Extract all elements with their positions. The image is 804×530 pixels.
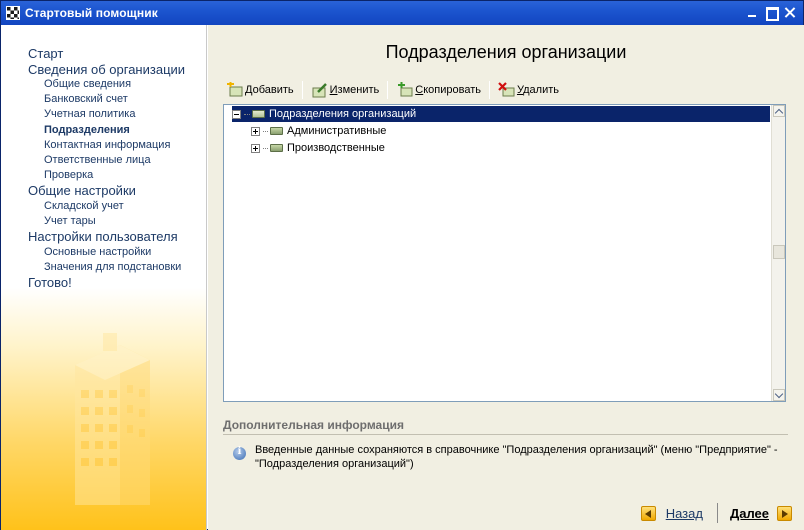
copy-button[interactable]: Скопировать	[394, 80, 483, 100]
nav-item-general-settings[interactable]: Общие настройки	[28, 183, 185, 199]
copy-icon	[398, 82, 413, 97]
delete-icon	[498, 82, 515, 97]
tree-toolbar: Добавить Изменить Скопировать Удалить	[224, 80, 561, 100]
building-illustration	[75, 333, 150, 505]
main-panel: Подразделения организации Добавить Измен…	[208, 25, 804, 530]
folder-icon	[270, 144, 283, 152]
scroll-thumb[interactable]	[773, 245, 785, 259]
tree-connector	[263, 130, 268, 132]
add-button-label: Добавить	[245, 84, 294, 96]
next-button[interactable]: Далее	[729, 505, 792, 521]
scroll-up-icon[interactable]	[773, 105, 785, 117]
nav-item-accounting-policy[interactable]: Учетная политика	[28, 107, 185, 122]
toolbar-separator	[488, 81, 490, 99]
nav-item-org-info[interactable]: Сведения об организации	[28, 62, 185, 78]
departments-tree[interactable]: Подразделения организаций Административн…	[223, 104, 786, 402]
next-button-label: Далее	[729, 505, 769, 521]
nav-item-default-values[interactable]: Значения для подстановки	[28, 260, 185, 275]
add-button[interactable]: Добавить	[224, 80, 296, 100]
title-bar[interactable]: Стартовый помощник	[1, 1, 803, 25]
wizard-window: Стартовый помощник Старт Сведения об орг…	[0, 0, 804, 530]
folder-icon	[252, 110, 265, 118]
nav-item-departments[interactable]: Подразделения	[28, 123, 185, 138]
app-icon	[6, 6, 20, 20]
tree-connector	[244, 113, 250, 115]
info-icon	[233, 446, 246, 460]
wizard-nav-buttons: Назад Далее	[640, 503, 792, 523]
collapse-icon[interactable]	[232, 109, 241, 119]
minimize-button[interactable]	[744, 4, 761, 21]
expand-icon[interactable]	[251, 126, 260, 136]
toolbar-separator	[387, 81, 389, 99]
tree-root-row[interactable]: Подразделения организаций	[232, 106, 770, 122]
window-title: Стартовый помощник	[25, 6, 158, 20]
nav-item-done[interactable]: Готово!	[28, 275, 185, 291]
nav-item-user-settings[interactable]: Настройки пользователя	[28, 229, 185, 245]
wizard-steps-nav: Старт Сведения об организации Общие свед…	[28, 46, 185, 291]
close-button[interactable]	[782, 4, 799, 21]
tree-root-label: Подразделения организаций	[269, 108, 417, 120]
back-button[interactable]: Назад	[640, 505, 703, 521]
tree-item-label: Производственные	[287, 142, 385, 154]
nav-item-packaging[interactable]: Учет тары	[28, 214, 185, 229]
nav-separator	[716, 503, 718, 523]
tree-item-label: Административные	[287, 125, 387, 137]
nav-item-start[interactable]: Старт	[28, 46, 185, 62]
info-section-header: Дополнительная информация	[223, 418, 788, 435]
add-icon	[227, 82, 243, 97]
nav-item-responsible[interactable]: Ответственные лица	[28, 153, 185, 168]
scroll-down-icon[interactable]	[773, 389, 785, 401]
nav-item-check[interactable]: Проверка	[28, 168, 185, 183]
arrow-left-icon	[640, 505, 656, 521]
back-button-label: Назад	[665, 505, 703, 521]
maximize-button[interactable]	[763, 4, 780, 21]
arrow-right-icon	[777, 505, 792, 521]
nav-item-bank-account[interactable]: Банковский счет	[28, 92, 185, 107]
page-title: Подразделения организации	[385, 42, 627, 62]
sidebar: Старт Сведения об организации Общие свед…	[1, 25, 207, 530]
tree-scrollbar[interactable]	[771, 105, 785, 401]
edit-button-label: Изменить	[329, 84, 380, 96]
tree-row[interactable]: Производственные	[251, 140, 385, 156]
toolbar-separator	[301, 81, 303, 99]
edit-button[interactable]: Изменить	[309, 80, 382, 100]
nav-item-basic-settings[interactable]: Основные настройки	[28, 245, 185, 260]
delete-button[interactable]: Удалить	[496, 80, 561, 100]
delete-button-label: Удалить	[516, 84, 559, 96]
tree-connector	[263, 147, 268, 149]
nav-item-contacts[interactable]: Контактная информация	[28, 138, 185, 153]
info-text: Введенные данные сохраняются в справочни…	[255, 444, 778, 470]
folder-icon	[270, 127, 283, 135]
copy-button-label: Скопировать	[415, 84, 481, 96]
nav-item-warehouse[interactable]: Складской учет	[28, 199, 185, 214]
tree-row[interactable]: Административные	[251, 123, 386, 139]
window-controls	[744, 4, 799, 21]
expand-icon[interactable]	[251, 143, 260, 153]
nav-item-general-info[interactable]: Общие сведения	[28, 77, 185, 92]
edit-icon	[312, 83, 327, 98]
